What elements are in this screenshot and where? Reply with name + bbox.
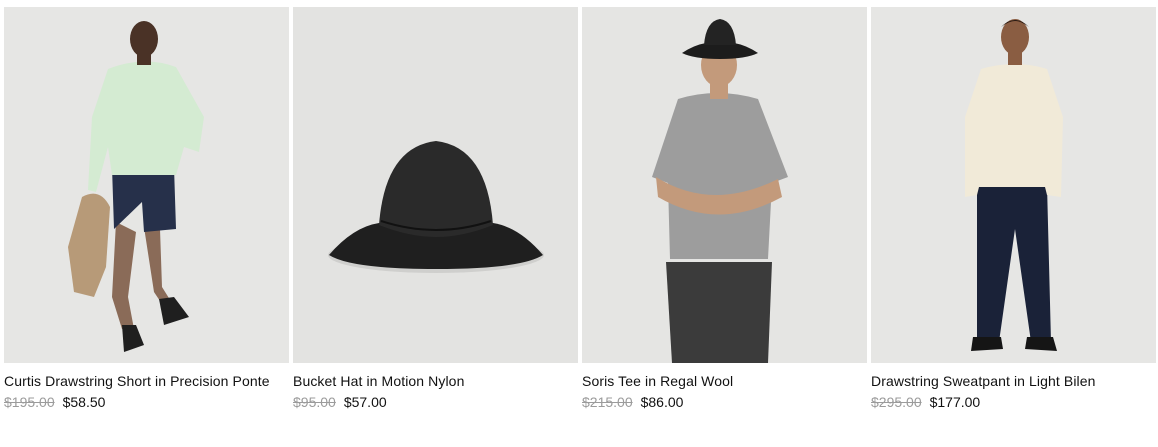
sale-price: $58.50 (62, 394, 106, 410)
product-grid: Curtis Drawstring Short in Precision Pon… (4, 7, 1156, 411)
product-image[interactable] (871, 7, 1156, 363)
original-price: $95.00 (293, 394, 336, 410)
product-prices: $295.00 $177.00 (871, 394, 1156, 411)
product-card[interactable]: Bucket Hat in Motion Nylon $95.00 $57.00 (293, 7, 578, 411)
product-image[interactable] (293, 7, 578, 363)
product-prices: $95.00 $57.00 (293, 394, 578, 411)
black-bucket-hat-image (293, 7, 578, 363)
product-name[interactable]: Drawstring Sweatpant in Light Bilen (871, 372, 1156, 390)
product-name[interactable]: Soris Tee in Regal Wool (582, 372, 867, 390)
sale-price: $177.00 (929, 394, 981, 410)
original-price: $295.00 (871, 394, 922, 410)
product-card[interactable]: Curtis Drawstring Short in Precision Pon… (4, 7, 289, 411)
product-name[interactable]: Curtis Drawstring Short in Precision Pon… (4, 372, 289, 390)
product-prices: $195.00 $58.50 (4, 394, 289, 411)
product-image[interactable] (582, 7, 867, 363)
original-price: $215.00 (582, 394, 633, 410)
product-card[interactable]: Drawstring Sweatpant in Light Bilen $295… (871, 7, 1156, 411)
sale-price: $86.00 (640, 394, 684, 410)
original-price: $195.00 (4, 394, 55, 410)
model-cream-sweater-image (871, 7, 1156, 363)
model-green-sweater-image (4, 7, 289, 363)
product-card[interactable]: Soris Tee in Regal Wool $215.00 $86.00 (582, 7, 867, 411)
sale-price: $57.00 (343, 394, 387, 410)
product-name[interactable]: Bucket Hat in Motion Nylon (293, 372, 578, 390)
product-image[interactable] (4, 7, 289, 363)
product-prices: $215.00 $86.00 (582, 394, 867, 411)
model-grey-tee-image (582, 7, 867, 363)
